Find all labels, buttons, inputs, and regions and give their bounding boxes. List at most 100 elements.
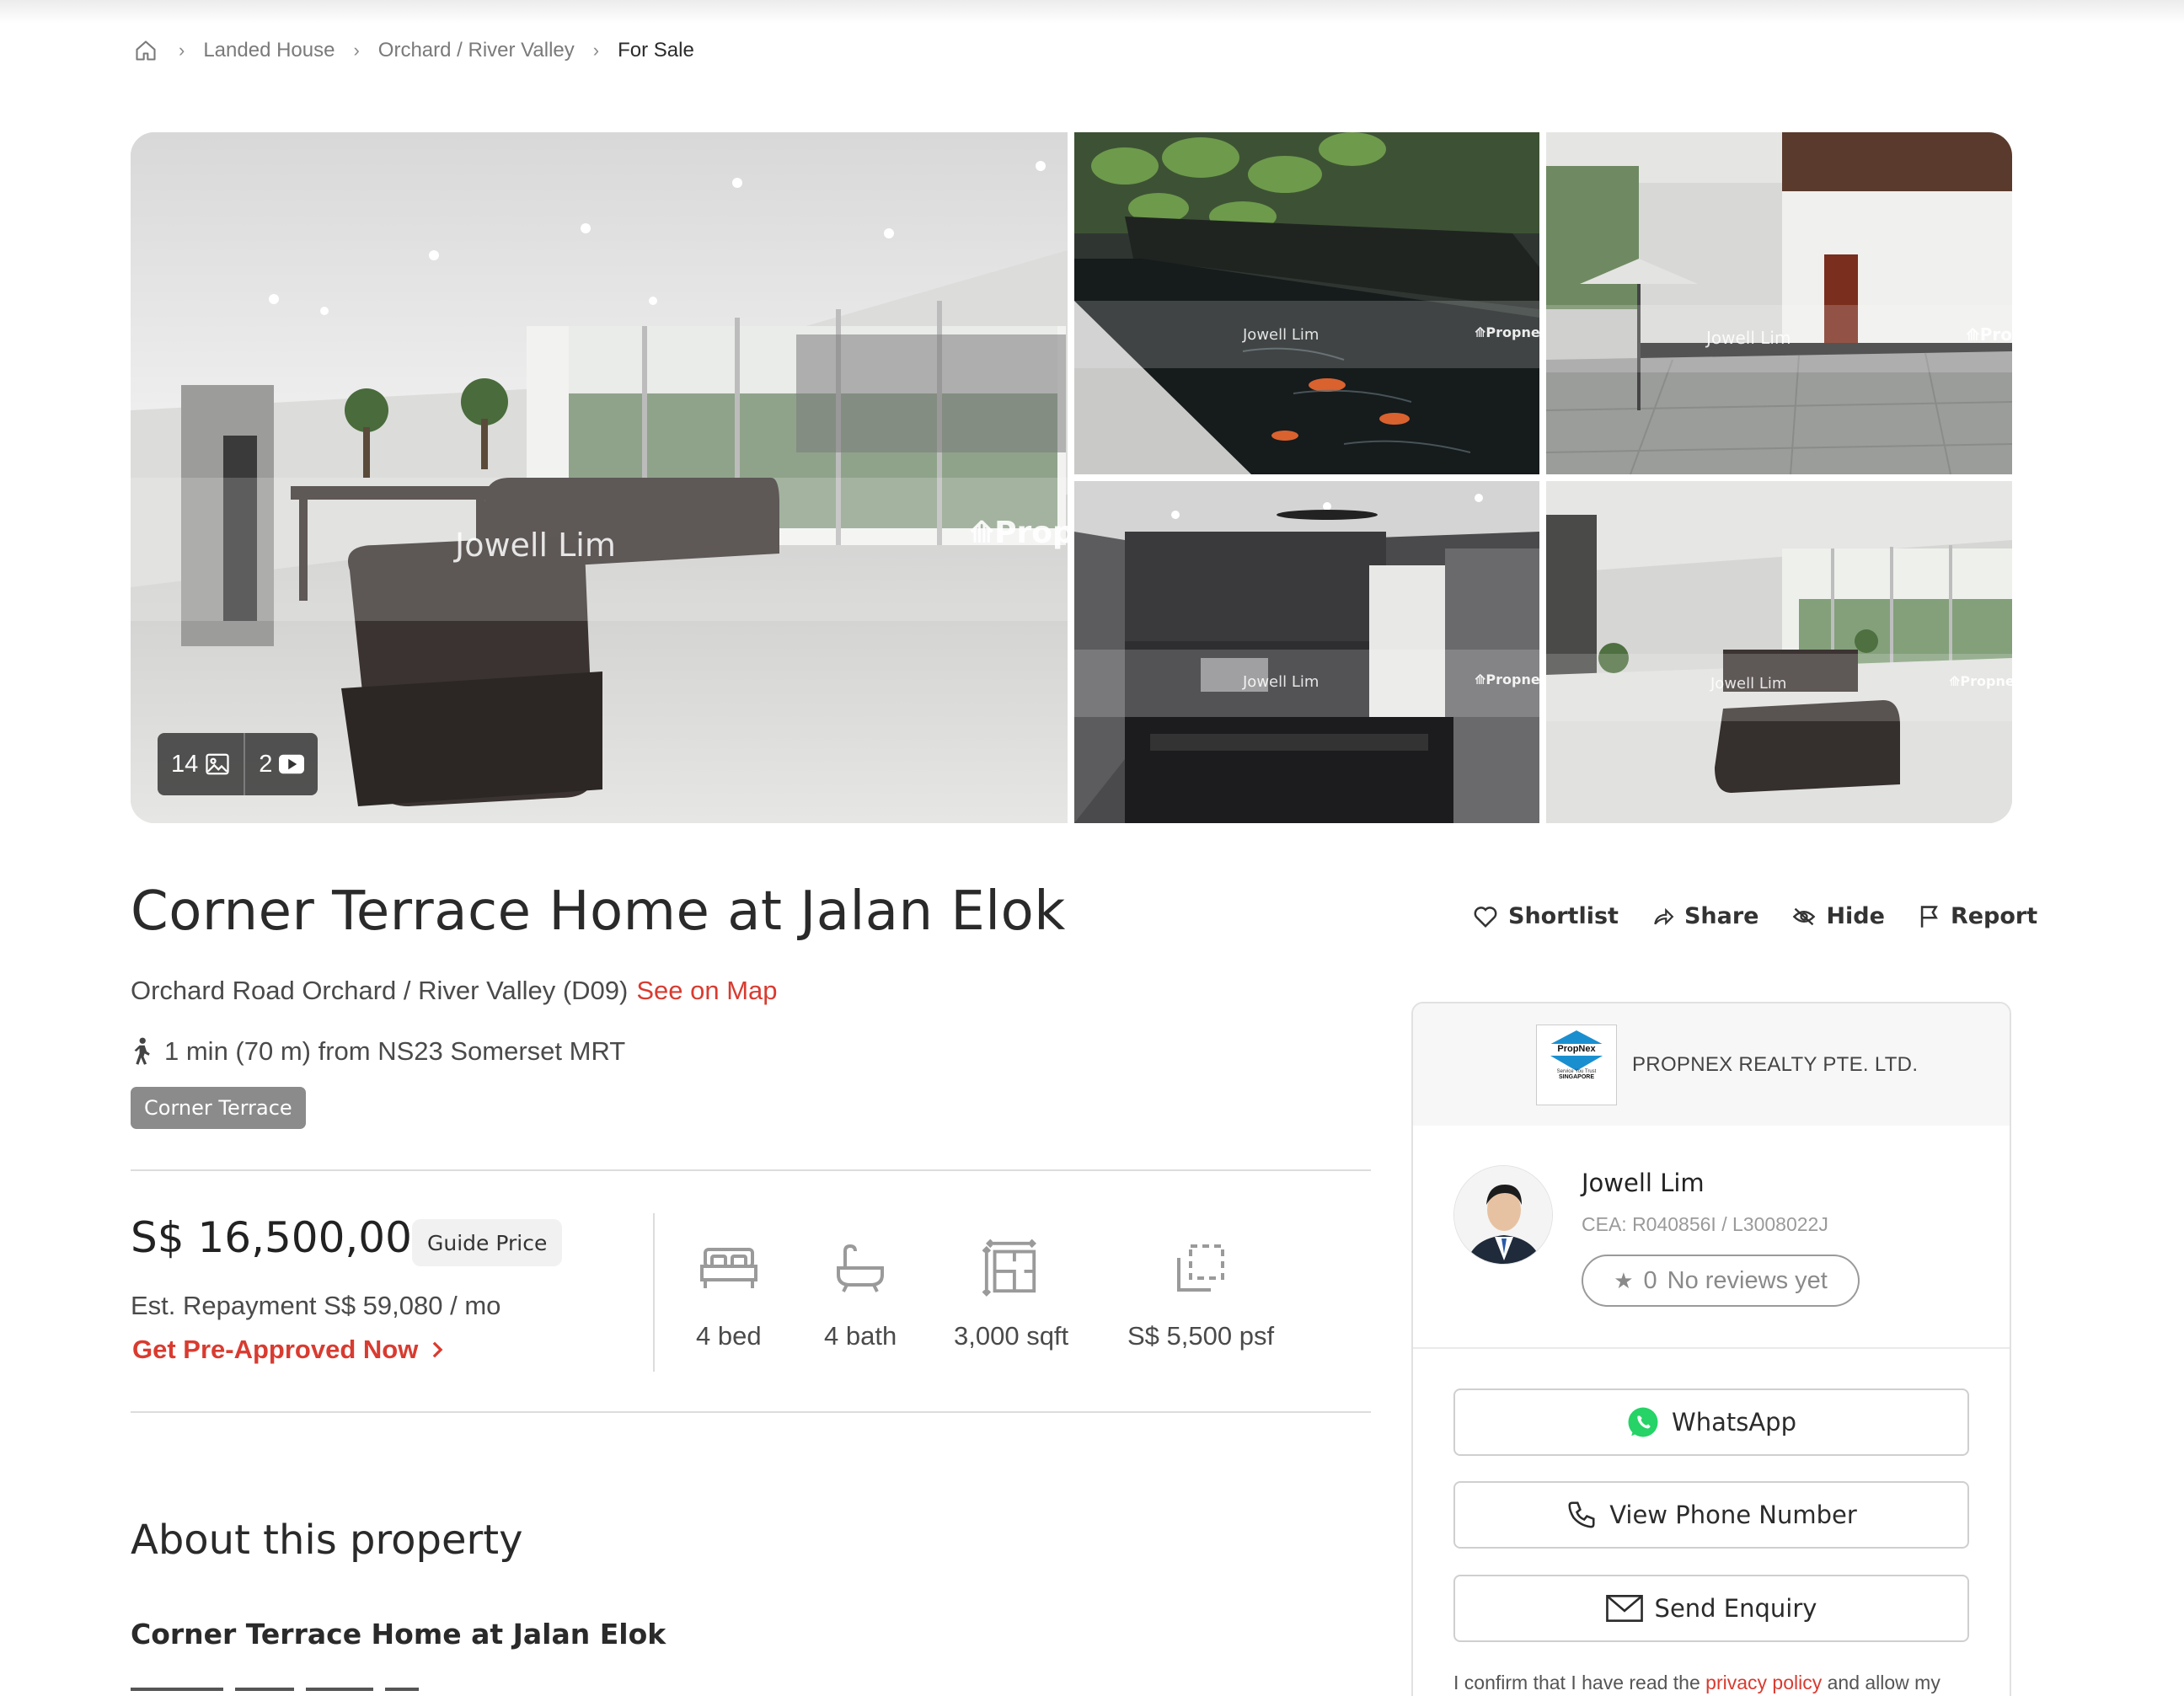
view-phone-number-button[interactable]: View Phone Number xyxy=(1453,1481,1969,1549)
watermark-agent-name: Jowell Lim xyxy=(1706,328,1791,348)
chevron-right-icon: › xyxy=(179,40,185,61)
top-shadow xyxy=(0,0,2184,24)
media-count-badge[interactable]: 14 2 xyxy=(158,733,318,795)
logo-brand-text: PropNex xyxy=(1557,1043,1596,1054)
privacy-policy-link[interactable]: privacy policy xyxy=(1705,1672,1822,1693)
main-photo-living-room[interactable]: Jowell Lim ⟰Propnex 14 2 xyxy=(131,132,1068,823)
price-psf-value: S$ 5,500 psf xyxy=(1127,1321,1275,1351)
mrt-text: 1 min (70 m) from NS23 Somerset MRT xyxy=(164,1036,626,1066)
see-on-map-link[interactable]: See on Map xyxy=(636,976,777,1005)
video-count[interactable]: 2 xyxy=(244,733,318,795)
get-pre-approved-link[interactable]: Get Pre-Approved Now xyxy=(132,1335,443,1365)
review-text: No reviews yet xyxy=(1667,1266,1828,1294)
hide-label: Hide xyxy=(1826,903,1885,929)
bed-icon xyxy=(699,1248,757,1288)
watermark-agent-name: Jowell Lim xyxy=(1243,326,1320,344)
floor-area-value: 3,000 sqft xyxy=(954,1321,1069,1351)
divider-top xyxy=(131,1169,1371,1171)
photo-dining-kitchen[interactable]: Jowell Lim ⟰Propnex xyxy=(1074,481,1539,823)
listing-title: Corner Terrace Home at Jalan Elok xyxy=(131,880,1066,943)
consent-text-after: and allow my xyxy=(1822,1672,1940,1693)
bedrooms-value: 4 bed xyxy=(696,1321,762,1351)
photo-living-room-alt[interactable]: Jowell Lim ⟰Propnex xyxy=(1546,481,2012,823)
agent-contact-card: PropNex Service You Trust SINGAPORE PROP… xyxy=(1411,1002,2011,1696)
psf-icon xyxy=(1177,1244,1225,1292)
consent-text: I confirm that I have read the privacy p… xyxy=(1453,1672,1940,1694)
whatsapp-icon xyxy=(1628,1407,1658,1437)
logo-country: SINGAPORE xyxy=(1558,1073,1594,1080)
home-icon[interactable] xyxy=(131,36,160,65)
bathtub-icon xyxy=(837,1244,885,1292)
propnex-logo-icon: ⟰ xyxy=(969,516,995,550)
agent-name[interactable]: Jowell Lim xyxy=(1582,1169,1705,1197)
property-type-tag: Corner Terrace xyxy=(131,1087,306,1129)
shortlist-button[interactable]: Shortlist xyxy=(1473,903,1619,929)
image-icon xyxy=(206,753,229,775)
phone-icon xyxy=(1568,1501,1595,1528)
consent-text-before: I confirm that I have read the xyxy=(1453,1672,1706,1693)
est-repayment: Est. Repayment S$ 59,080 / mo xyxy=(131,1291,501,1320)
propnex-logo-icon: ⟰ xyxy=(1475,671,1486,687)
about-subtitle: Corner Terrace Home at Jalan Elok xyxy=(131,1618,666,1651)
flag-icon xyxy=(1920,905,1938,928)
bathrooms-value: 4 bath xyxy=(824,1321,897,1351)
watermark-brand-logo: ⟰Propnex xyxy=(969,516,1068,550)
watermark-brand-logo: ⟰Propnex xyxy=(1966,324,2012,345)
chevron-right-icon xyxy=(433,1341,443,1358)
shortlist-label: Shortlist xyxy=(1508,903,1619,929)
chevron-right-icon: › xyxy=(353,40,360,61)
send-enquiry-button[interactable]: Send Enquiry xyxy=(1453,1575,1969,1642)
agency-header: PropNex Service You Trust SINGAPORE PROP… xyxy=(1413,1003,2010,1126)
agent-avatar[interactable] xyxy=(1453,1165,1553,1265)
review-count: 0 xyxy=(1643,1266,1657,1294)
address-text: Orchard Road Orchard / River Valley (D09… xyxy=(131,976,629,1005)
agent-cea-number: CEA: R040856I / L3008022J xyxy=(1582,1213,1828,1235)
whatsapp-label: WhatsApp xyxy=(1672,1408,1796,1437)
chevron-right-icon: › xyxy=(592,40,600,61)
floor-area-icon xyxy=(982,1239,1037,1297)
feature-bathrooms: 4 bath xyxy=(824,1230,897,1351)
description-text-cutoff xyxy=(131,1688,434,1696)
share-button[interactable]: Share xyxy=(1652,903,1759,929)
listing-price: S$ 16,500,000 xyxy=(131,1213,439,1262)
agency-name: PROPNEX REALTY PTE. LTD. xyxy=(1632,1052,1919,1076)
report-label: Report xyxy=(1950,903,2038,929)
feature-price-psf: S$ 5,500 psf xyxy=(1127,1230,1274,1351)
propnex-logo-icon: ⟰ xyxy=(1966,324,1980,345)
share-icon xyxy=(1654,907,1674,925)
star-icon: ★ xyxy=(1614,1267,1634,1293)
propnex-logo-icon: ⟰ xyxy=(1475,324,1486,340)
listing-address: Orchard Road Orchard / River Valley (D09… xyxy=(131,976,778,1006)
propnex-logo: PropNex Service You Trust SINGAPORE xyxy=(1536,1024,1617,1105)
card-divider xyxy=(1413,1347,2010,1349)
propnex-logo-icon: ⟰ xyxy=(1949,673,1961,689)
video-play-icon xyxy=(279,754,305,774)
whatsapp-button[interactable]: WhatsApp xyxy=(1453,1388,1969,1456)
photo-gallery: Jowell Lim ⟰Propnex 14 2 Jo xyxy=(131,132,2012,823)
watermark-brand-logo: ⟰Propnex xyxy=(1475,324,1539,340)
report-button[interactable]: Report xyxy=(1919,903,2037,929)
breadcrumb-orchard-river-valley[interactable]: Orchard / River Valley xyxy=(378,39,575,62)
photo-count-value: 14 xyxy=(171,750,199,778)
reviews-badge[interactable]: ★ 0 No reviews yet xyxy=(1582,1255,1860,1307)
guide-price-badge: Guide Price xyxy=(412,1219,563,1266)
heart-icon xyxy=(1474,906,1497,928)
hide-button[interactable]: Hide xyxy=(1792,903,1885,929)
photo-koi-pond[interactable]: Jowell Lim ⟰Propnex xyxy=(1074,132,1539,474)
watermark-agent-name: Jowell Lim xyxy=(1243,673,1320,691)
about-heading: About this property xyxy=(131,1517,523,1564)
breadcrumb-for-sale: For Sale xyxy=(618,39,694,62)
feature-floor-area: 3,000 sqft xyxy=(954,1230,1068,1351)
watermark-brand-logo: ⟰Propnex xyxy=(1475,671,1539,687)
price-features-divider xyxy=(653,1213,655,1372)
view-phone-label: View Phone Number xyxy=(1609,1501,1857,1529)
share-label: Share xyxy=(1684,903,1759,929)
photo-count[interactable]: 14 xyxy=(158,733,244,795)
photo-car-porch[interactable]: Jowell Lim ⟰Propnex xyxy=(1546,132,2012,474)
eye-off-icon xyxy=(1793,907,1816,925)
mrt-distance: 1 min (70 m) from NS23 Somerset MRT xyxy=(131,1036,625,1067)
listing-actions: Shortlist Share Hide Report xyxy=(1473,903,2037,929)
pre-approved-label: Get Pre-Approved Now xyxy=(132,1335,419,1364)
breadcrumb-landed-house[interactable]: Landed House xyxy=(203,39,335,62)
divider-bottom xyxy=(131,1411,1371,1413)
